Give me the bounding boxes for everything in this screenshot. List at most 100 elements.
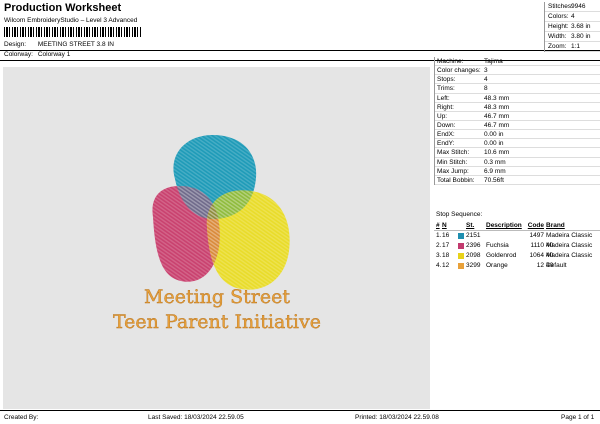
info-row: Left: 48.3 mm xyxy=(435,94,600,103)
info-row: EndY: 0.00 in xyxy=(435,139,600,149)
info-label: EndX: xyxy=(437,131,455,139)
row-code: 1497 xyxy=(529,232,544,239)
design-line: Design: MEETING STREET 3.8 IN xyxy=(4,41,114,48)
info-label: Trims: xyxy=(437,85,455,93)
info-label: Color changes: xyxy=(437,67,481,75)
col-num: # xyxy=(436,222,440,229)
stat-label: Zoom: xyxy=(548,43,567,50)
row-num: 3. xyxy=(436,252,442,259)
barcode xyxy=(4,27,142,37)
stat-value: 1:1 xyxy=(571,43,581,50)
info-label: Down: xyxy=(437,121,456,129)
table-header-row: # N St. Description Code Brand xyxy=(434,221,600,231)
colorway-value: Colorway 1 xyxy=(37,51,71,58)
row-n: 16 xyxy=(442,232,450,239)
info-value: 0.00 in xyxy=(484,131,504,139)
row-st: 2151 xyxy=(466,232,481,239)
row-description xyxy=(486,231,526,241)
stop-sequence-table: # N St. Description Code Brand 1. 16 215… xyxy=(434,221,600,271)
info-label: Min Stitch: xyxy=(437,158,468,166)
color-swatch xyxy=(458,231,466,241)
info-label: Up: xyxy=(437,112,448,120)
info-row: Right: 48.3 mm xyxy=(435,103,600,112)
info-label: Stops: xyxy=(437,76,456,84)
row-n: 18 xyxy=(442,252,450,259)
col-brand: Brand xyxy=(546,222,565,229)
info-value: 3 xyxy=(484,67,488,75)
row-code: 1110 xyxy=(530,242,545,249)
stat-value: 9946 xyxy=(571,3,586,10)
stat-label: Colors: xyxy=(548,13,569,20)
row-num: 2. xyxy=(436,242,442,249)
info-row: Trims: 8 xyxy=(435,84,600,94)
info-label: Max Jump: xyxy=(437,167,469,175)
row-description: Orange xyxy=(486,262,508,269)
info-row: EndX: 0.00 in xyxy=(435,130,600,140)
table-row: 2. 17 2396 Fuchsia 1110 Madeira Classic … xyxy=(434,241,600,259)
info-value: 46.7 mm xyxy=(484,112,510,120)
info-label: Total Bobbin: xyxy=(437,176,475,184)
row-brand: Madeira Classic 40 xyxy=(546,252,593,269)
design-preview: Meeting Street Teen Parent Initiative xyxy=(3,67,430,409)
info-value: 6.9 mm xyxy=(484,167,506,175)
row-n: 17 xyxy=(442,242,450,249)
info-value: 8 xyxy=(484,85,488,93)
page-number: Page 1 of 1 xyxy=(561,414,595,421)
stat-label: Width: xyxy=(548,33,567,40)
info-row: Down: 46.7 mm xyxy=(435,121,600,131)
stat-row: Colors: 4 xyxy=(545,12,600,22)
stop-sequence-title: Stop Sequence: xyxy=(436,211,483,218)
info-row: Max Stitch: 10.6 mm xyxy=(435,148,600,158)
stats-panel: Stitches: 9946 Colors: 4 Height: 3.68 in Wi… xyxy=(544,2,600,52)
stat-label: Stitches: xyxy=(548,3,573,10)
stat-row: Stitches: 9946 xyxy=(545,2,600,12)
color-swatch xyxy=(458,261,466,271)
info-row: Machine: Tajima xyxy=(435,57,600,67)
info-value: 10.6 mm xyxy=(484,149,510,157)
row-n: 12 xyxy=(442,262,450,269)
row-brand: Default xyxy=(546,262,567,269)
row-description: Goldenrod xyxy=(486,252,517,259)
info-value: 46.7 mm xyxy=(484,121,510,129)
info-label: Machine: xyxy=(437,58,464,65)
design-value: MEETING STREET 3.8 IN xyxy=(37,41,114,48)
info-label: EndY: xyxy=(437,140,455,148)
stat-value: 3.68 in xyxy=(571,23,591,30)
row-brand: Madeira Classic 40 xyxy=(546,242,593,259)
info-row: Stops: 4 xyxy=(435,75,600,85)
divider xyxy=(0,50,600,51)
col-code: Code xyxy=(527,222,544,229)
col-swatch xyxy=(458,221,466,230)
machine-info-panel: Machine: Tajima Color changes: 3 Stops: 4 T… xyxy=(434,57,600,185)
printed-date: Printed: 18/03/2024 22.59.08 xyxy=(355,414,439,421)
design-text-line2: Teen Parent Initiative xyxy=(113,311,321,333)
worksheet-title: Production Worksheet xyxy=(4,2,122,14)
row-brand: Madeira Classic 40 xyxy=(546,232,593,249)
software-name: Wilcom EmbroideryStudio – Level 3 Advanc… xyxy=(4,17,138,24)
row-num: 4. xyxy=(436,262,442,269)
row-st: 3299 xyxy=(466,262,481,269)
stat-value: 4 xyxy=(571,13,575,20)
info-row: Total Bobbin: 70.56ft xyxy=(435,176,600,185)
col-description: Description xyxy=(486,222,522,229)
table-row: 3. 18 2098 Goldenrod 1064 Madeira Classi… xyxy=(434,251,600,269)
info-value: 0.3 mm xyxy=(484,158,506,166)
info-label: Left: xyxy=(437,94,450,102)
created-by: Created By: xyxy=(4,414,39,421)
info-value: 48.3 mm xyxy=(484,103,510,111)
info-row: Up: 46.7 mm xyxy=(435,112,600,121)
info-row: Min Stitch: 0.3 mm xyxy=(435,158,600,167)
table-row: 4. 12 3299 Orange 12 Default xyxy=(434,261,600,271)
colorway-label: Colorway: xyxy=(4,51,33,58)
stat-value: 3.80 in xyxy=(571,33,591,40)
info-value: 4 xyxy=(484,76,488,84)
row-num: 1. xyxy=(436,232,442,239)
info-label: Max Stitch: xyxy=(437,149,470,157)
design-label: Design: xyxy=(4,41,27,48)
colorway-line: Colorway: Colorway 1 xyxy=(4,51,70,58)
table-row: 1. 16 2151 1497 Madeira Classic 40 xyxy=(434,231,600,249)
stat-label: Height: xyxy=(548,23,569,30)
info-value: 0.00 in xyxy=(484,140,504,148)
color-swatch xyxy=(458,241,466,251)
info-value: 70.56ft xyxy=(484,176,504,184)
